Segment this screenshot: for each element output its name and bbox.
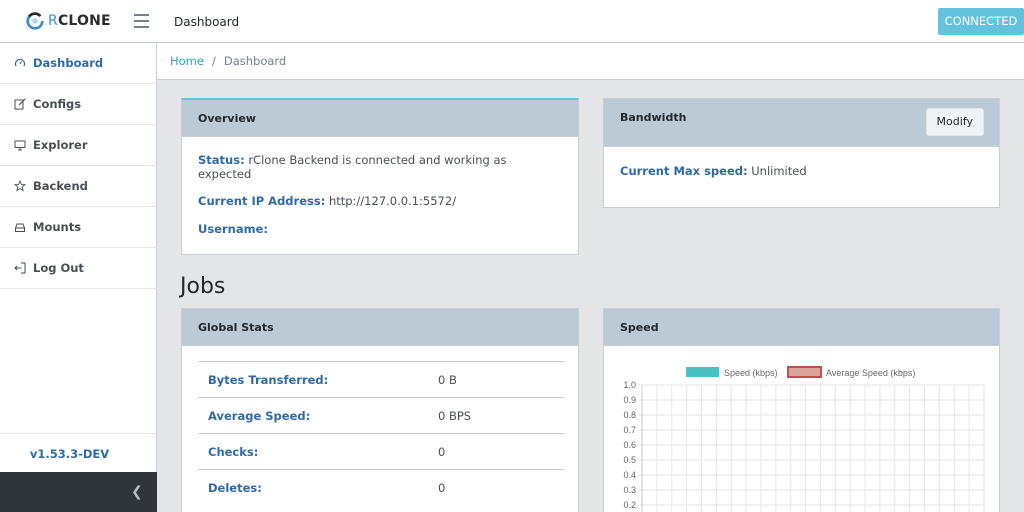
status-row: Status: rClone Backend is connected and … — [198, 153, 562, 181]
max-speed-row: Current Max speed: Unlimited — [620, 164, 983, 178]
sidebar-item-dashboard[interactable]: Dashboard — [0, 43, 157, 84]
bandwidth-card: Bandwidth Modify Current Max speed: Unli… — [603, 98, 1000, 208]
legend-label: Speed (kbps) — [724, 368, 778, 378]
breadcrumb-home-link[interactable]: Home — [170, 54, 204, 68]
breadcrumb-separator: / — [211, 54, 216, 68]
global-stats-table: Bytes Transferred: 0 B Average Speed: 0 … — [198, 361, 564, 506]
sidebar-item-label: Log Out — [33, 261, 84, 275]
global-stats-card-header: Global Stats — [182, 309, 578, 346]
edit-icon — [13, 98, 26, 111]
hamburger-menu-icon[interactable] — [134, 14, 149, 28]
speed-card: Speed Speed (kbps) Average Speed (kbps) 1.… — [603, 308, 1000, 512]
logo-text: RCLONE — [48, 13, 111, 29]
y-tick-label: 0.3 — [623, 485, 636, 495]
legend-swatch — [787, 366, 822, 378]
jobs-heading: Jobs — [180, 274, 226, 299]
table-row: Bytes Transferred: 0 B — [198, 361, 564, 398]
y-tick-label: 0.6 — [623, 440, 636, 450]
ip-row: Current IP Address: http://127.0.0.1:557… — [198, 194, 562, 208]
stat-value: 0 — [438, 480, 446, 495]
logout-icon — [13, 262, 26, 275]
max-speed-value: Unlimited — [751, 164, 807, 178]
sidebar-item-logout[interactable]: Log Out — [0, 248, 157, 289]
status-value: rClone Backend is connected and working … — [198, 153, 507, 181]
stat-label: Checks: — [208, 444, 259, 459]
bandwidth-card-header: Bandwidth Modify — [604, 99, 999, 147]
y-tick-label: 0.9 — [623, 395, 636, 405]
sidebar: Dashboard Configs Explorer Backend Mount… — [0, 43, 157, 512]
max-speed-label: Current Max speed: — [620, 164, 748, 178]
sidebar-item-label: Explorer — [33, 138, 88, 152]
monitor-icon — [13, 139, 26, 152]
y-tick-label: 0.2 — [623, 500, 636, 510]
version-label: v1.53.3-DEV — [0, 433, 157, 473]
speed-chart: Speed (kbps) Average Speed (kbps) 1.0 0.9 0.… — [623, 366, 985, 512]
header-title: Dashboard — [174, 15, 240, 29]
breadcrumb: Home / Dashboard — [157, 43, 1024, 80]
table-row: Deletes: 0 — [198, 469, 564, 506]
stat-value: 0 — [438, 444, 446, 459]
drive-icon — [13, 221, 26, 234]
sidebar-item-label: Configs — [33, 97, 82, 111]
overview-card-header: Overview — [182, 100, 578, 137]
rclone-logo-icon — [26, 12, 44, 30]
sidebar-item-label: Dashboard — [33, 56, 104, 70]
stat-label: Deletes: — [208, 480, 262, 495]
sidebar-item-explorer[interactable]: Explorer — [0, 125, 157, 166]
rclone-logo[interactable]: RCLONE — [24, 10, 111, 32]
overview-card: Overview Status: rClone Backend is conne… — [181, 98, 579, 255]
legend-swatch — [686, 367, 719, 377]
table-row: Average Speed: 0 BPS — [198, 397, 564, 434]
stat-value: 0 BPS — [438, 408, 472, 423]
top-header: RCLONE Dashboard CONNECTED — [0, 0, 1024, 43]
y-tick-label: 0.5 — [623, 455, 636, 465]
y-tick-label: 0.4 — [623, 470, 636, 480]
speed-card-header: Speed — [604, 309, 999, 346]
global-stats-card: Global Stats Bytes Transferred: 0 B Aver… — [181, 308, 579, 512]
sidebar-item-label: Backend — [33, 179, 88, 193]
stat-value: 0 B — [438, 372, 457, 387]
username-label: Username: — [198, 222, 268, 236]
breadcrumb-current: Dashboard — [223, 54, 287, 68]
y-tick-label: 0.8 — [623, 410, 636, 420]
ip-value: http://127.0.0.1:5572/ — [328, 194, 457, 208]
username-row: Username: — [198, 222, 562, 236]
ip-label: Current IP Address: — [198, 194, 326, 208]
star-icon — [13, 180, 26, 193]
chevron-left-icon[interactable]: ❮ — [131, 484, 143, 500]
table-row: Checks: 0 — [198, 433, 564, 470]
stat-label: Average Speed: — [208, 408, 311, 423]
legend-label: Average Speed (kbps) — [826, 368, 915, 378]
sidebar-item-backend[interactable]: Backend — [0, 166, 157, 207]
stat-label: Bytes Transferred: — [208, 372, 329, 387]
status-label: Status: — [198, 153, 245, 167]
sidebar-item-configs[interactable]: Configs — [0, 84, 157, 125]
sidebar-item-mounts[interactable]: Mounts — [0, 207, 157, 248]
speedometer-icon — [13, 57, 26, 70]
modify-button[interactable]: Modify — [925, 108, 984, 136]
y-tick-label: 1.0 — [623, 380, 636, 390]
bandwidth-title: Bandwidth — [620, 111, 687, 124]
sidebar-item-label: Mounts — [33, 220, 82, 234]
connected-status-button[interactable]: CONNECTED — [938, 8, 1024, 35]
y-tick-label: 0.7 — [623, 425, 636, 435]
sidebar-footer: ❮ — [0, 472, 157, 512]
